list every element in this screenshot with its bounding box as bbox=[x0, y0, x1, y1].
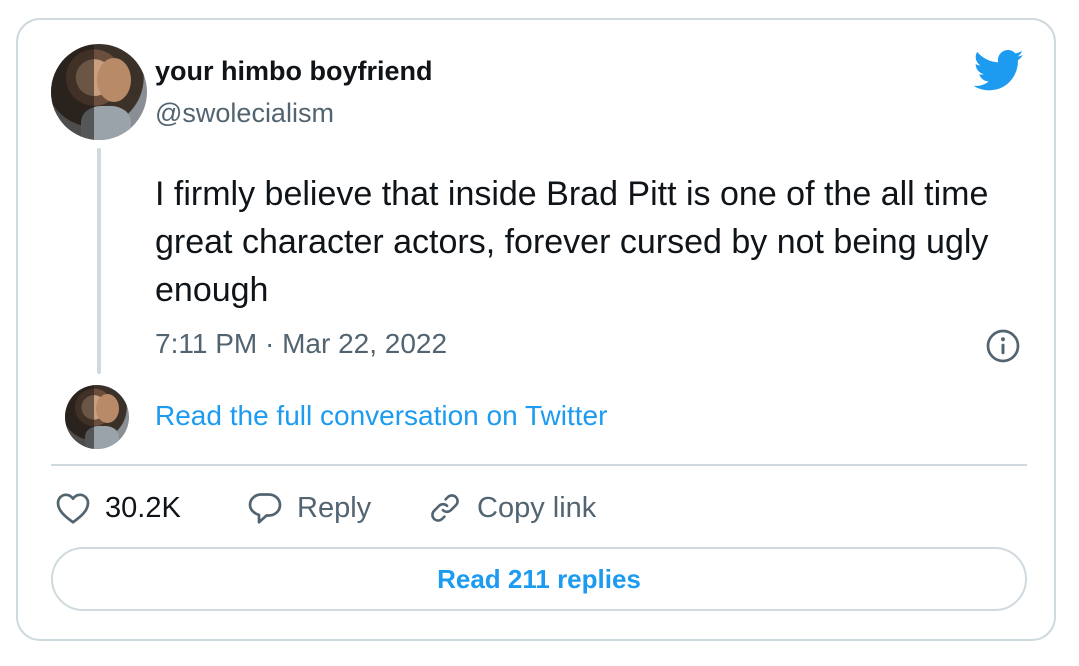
action-bar: 30.2K Reply Copy link bbox=[51, 486, 1027, 530]
like-count: 30.2K bbox=[105, 491, 181, 524]
link-icon bbox=[431, 494, 459, 522]
author-handle[interactable]: @swolecialism bbox=[155, 98, 334, 129]
reply-label: Reply bbox=[297, 491, 372, 524]
read-replies-label: Read 211 replies bbox=[437, 563, 641, 594]
avatar-face bbox=[96, 394, 119, 423]
conversation-avatar[interactable] bbox=[65, 385, 129, 449]
author-display-name[interactable]: your himbo boyfriend bbox=[155, 56, 433, 87]
read-conversation-link[interactable]: Read the full conversation on Twitter bbox=[155, 400, 607, 432]
twitter-bird-icon[interactable] bbox=[973, 50, 1025, 92]
speech-bubble-icon bbox=[248, 493, 282, 524]
heart-icon bbox=[56, 493, 90, 524]
author-avatar[interactable] bbox=[51, 44, 147, 140]
tweet-text: I firmly believe that inside Brad Pitt i… bbox=[155, 175, 989, 309]
copy-link-label: Copy link bbox=[477, 491, 597, 524]
read-replies-button[interactable]: Read 211 replies bbox=[51, 547, 1027, 611]
avatar-face bbox=[97, 58, 131, 102]
thread-line bbox=[97, 148, 101, 374]
copy-link-button[interactable]: Copy link bbox=[427, 486, 596, 530]
avatar-shadow bbox=[51, 44, 95, 140]
tweet-embed-card: your himbo boyfriend @swolecialism I fir… bbox=[16, 18, 1056, 641]
info-icon[interactable] bbox=[985, 328, 1021, 364]
divider bbox=[51, 464, 1027, 466]
reply-button[interactable]: Reply bbox=[247, 486, 371, 530]
like-button[interactable]: 30.2K bbox=[55, 486, 181, 530]
tweet-timestamp[interactable]: 7:11 PM · Mar 22, 2022 bbox=[155, 328, 447, 360]
avatar-shadow bbox=[65, 385, 94, 449]
